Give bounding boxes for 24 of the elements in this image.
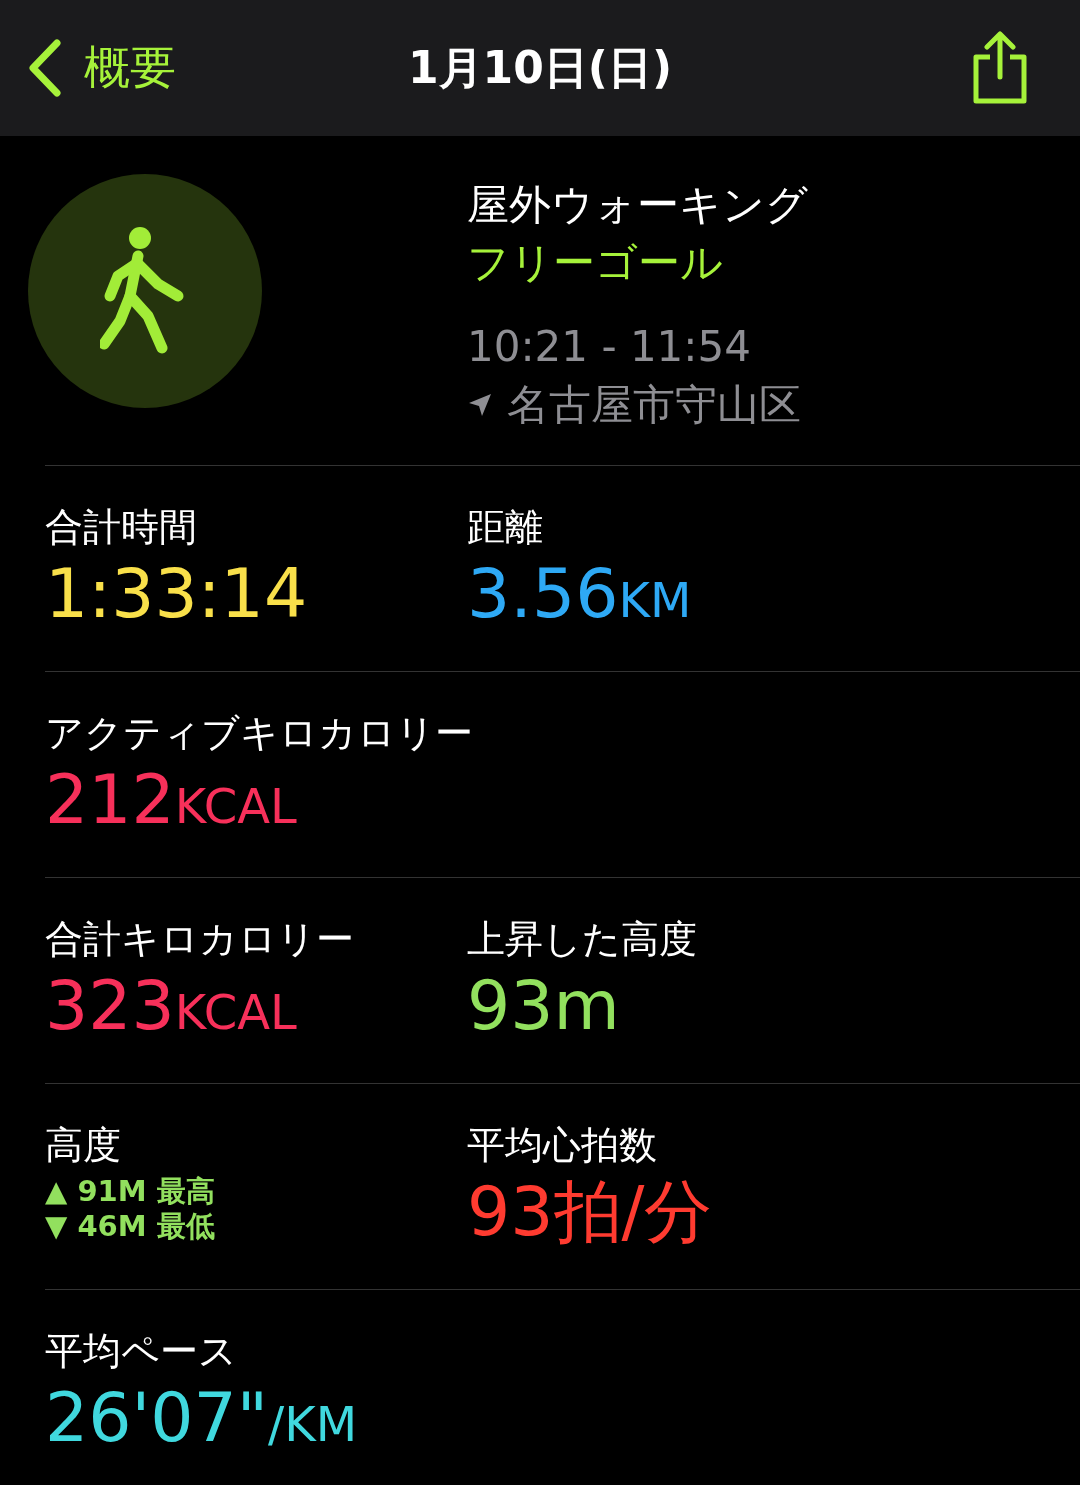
metric-value: 26'07"/KM: [45, 1377, 358, 1459]
metric-value: 3.56KM: [467, 553, 692, 635]
metric-label: 合計キロカロリー: [45, 916, 354, 963]
metric-value: 93m: [467, 965, 620, 1047]
metric-value: 323KCAL: [45, 965, 297, 1047]
metric-label: 平均心拍数: [467, 1122, 657, 1169]
metric-label: 平均ペース: [45, 1328, 237, 1375]
workout-location: 名古屋市守山区: [507, 379, 801, 431]
metric-label: 合計時間: [45, 504, 197, 551]
metric-value: 93拍/分: [467, 1171, 713, 1253]
nav-title: 1月10日(日): [407, 40, 673, 95]
back-button[interactable]: 概要: [26, 37, 176, 99]
metric-value: 212 KCAL: [45, 759, 297, 841]
metric-label: アクティブキロカロリー: [45, 710, 473, 757]
elevation-readings: ▲ 91M 最高 ▼ 46M 最低: [45, 1174, 215, 1244]
workout-name: 屋外ウォーキング: [467, 179, 808, 231]
metric-label: 高度: [45, 1122, 121, 1169]
metric-label: 上昇した高度: [467, 916, 697, 963]
metric-label: 距離: [467, 504, 543, 551]
location-arrow-icon: [467, 392, 493, 418]
workout-goal: フリーゴール: [467, 237, 724, 289]
metric-value: 1:33:14: [45, 553, 308, 635]
workout-time: 10:21 - 11:54: [467, 321, 752, 373]
back-icon: [26, 39, 62, 97]
